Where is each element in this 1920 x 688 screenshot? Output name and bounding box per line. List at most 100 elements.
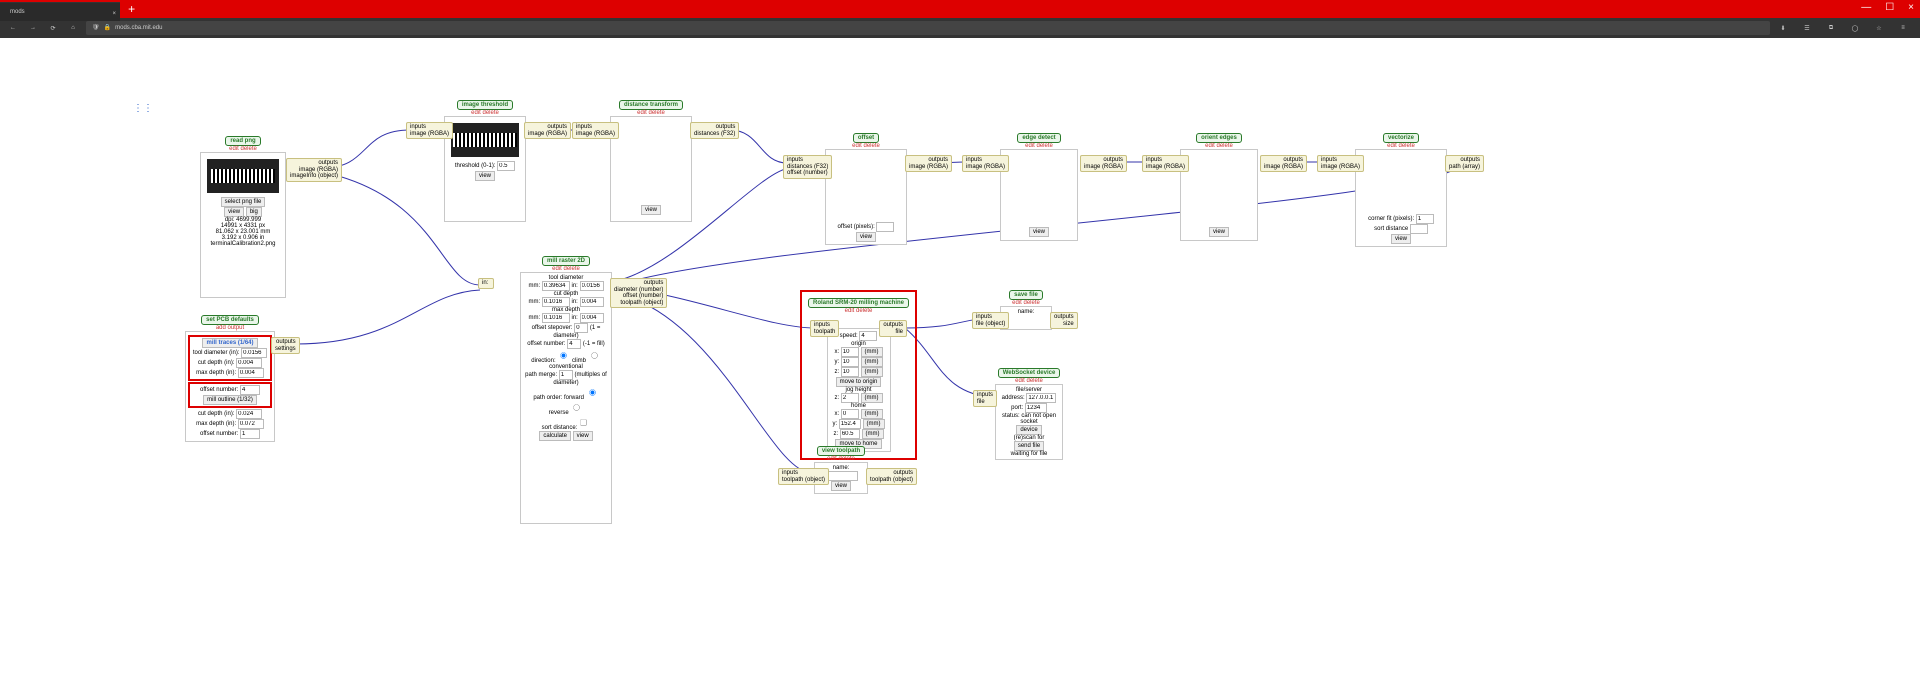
inputs-port[interactable]: inputs image (RGBA): [962, 155, 1009, 172]
td-in-input[interactable]: [580, 281, 604, 291]
units-mm-button[interactable]: (mm): [861, 347, 883, 357]
inputs-port[interactable]: inputs image (RGBA): [1317, 155, 1364, 172]
on-input[interactable]: [567, 339, 581, 349]
mill-traces-button[interactable]: mill traces (1/64): [202, 338, 257, 348]
units-mm-button-6[interactable]: (mm): [863, 419, 885, 429]
nav-reload-icon[interactable]: ⟳: [46, 21, 60, 35]
corner-input[interactable]: [1416, 214, 1434, 224]
units-mm-button-2[interactable]: (mm): [861, 357, 883, 367]
delete-link[interactable]: delete: [1024, 300, 1040, 306]
units-mm-button-4[interactable]: (mm): [861, 393, 883, 403]
delete-link[interactable]: delete: [1217, 143, 1233, 149]
browser-tab[interactable]: mods ×: [0, 2, 120, 21]
units-mm-button-3[interactable]: (mm): [861, 367, 883, 377]
delete-link[interactable]: delete: [483, 110, 499, 116]
extensions-icon[interactable]: ⧉: [1824, 21, 1838, 35]
calculate-button[interactable]: calculate: [539, 431, 571, 441]
cd2-input[interactable]: [236, 409, 262, 419]
inputs-port[interactable]: in:: [478, 278, 494, 289]
td-mm-input[interactable]: [542, 281, 570, 291]
delete-link[interactable]: delete: [839, 456, 855, 462]
module-title-vectorize[interactable]: vectorize: [1383, 133, 1419, 143]
module-title-pcb[interactable]: set PCB defaults: [201, 315, 259, 325]
edit-link[interactable]: edit: [1012, 300, 1022, 306]
window-close-icon[interactable]: ×: [1908, 2, 1914, 13]
outputs-port[interactable]: outputs image (RGBA): [1080, 155, 1127, 172]
send-file-button[interactable]: send file: [1014, 441, 1044, 451]
module-title-roland[interactable]: Roland SRM-20 milling machine: [808, 298, 909, 308]
md-mm-input[interactable]: [542, 313, 570, 323]
md-in-input[interactable]: [580, 313, 604, 323]
inputs-port[interactable]: inputs toolpath: [810, 320, 839, 337]
outputs-port[interactable]: outputs size: [1050, 312, 1078, 329]
module-title-orient[interactable]: orient edges: [1196, 133, 1242, 143]
offset-input[interactable]: [876, 222, 894, 232]
edit-link[interactable]: edit: [852, 143, 862, 149]
view-button[interactable]: view: [831, 481, 851, 491]
yhome-input[interactable]: [839, 419, 861, 429]
view-button[interactable]: view: [1391, 234, 1411, 244]
edit-link[interactable]: edit: [229, 146, 239, 152]
inputs-port[interactable]: inputs image (RGBA): [1142, 155, 1189, 172]
module-title-save[interactable]: save file: [1009, 290, 1043, 300]
delete-link[interactable]: delete: [1399, 143, 1415, 149]
md-input[interactable]: [238, 368, 264, 378]
speed-input[interactable]: [859, 331, 877, 341]
edit-link[interactable]: edit: [471, 110, 481, 116]
delete-link[interactable]: delete: [864, 143, 880, 149]
view-button[interactable]: view: [573, 431, 593, 441]
delete-link[interactable]: delete: [241, 146, 257, 152]
edit-link[interactable]: edit: [1015, 378, 1025, 384]
edit-link[interactable]: edit: [552, 266, 562, 272]
view-button[interactable]: view: [475, 171, 495, 181]
outputs-port[interactable]: outputs file: [879, 320, 907, 337]
module-title-wsd[interactable]: WebSocket device: [998, 368, 1061, 378]
shield-icon[interactable]: 🛡: [92, 21, 100, 35]
cd-input[interactable]: [236, 358, 262, 368]
download-icon[interactable]: ⬇: [1776, 21, 1790, 35]
sd-check[interactable]: [581, 419, 588, 426]
window-min-icon[interactable]: —: [1861, 2, 1871, 13]
inputs-port[interactable]: inputs file: [973, 390, 997, 407]
outputs-port[interactable]: outputs image (RGBA) imageInfo (object): [286, 158, 342, 182]
select-png-button[interactable]: select png file: [221, 197, 266, 207]
outputs-port[interactable]: outputs path (array): [1445, 155, 1484, 172]
name-input[interactable]: [824, 471, 858, 481]
delete-link[interactable]: delete: [1027, 378, 1043, 384]
hamburger-menu-icon[interactable]: ≡: [1896, 21, 1910, 35]
delete-link[interactable]: delete: [1037, 143, 1053, 149]
cd-mm-input[interactable]: [542, 297, 570, 307]
delete-link[interactable]: delete: [649, 110, 665, 116]
module-title-threshold[interactable]: image threshold: [457, 100, 513, 110]
grid-icon[interactable]: ⋮⋮: [133, 103, 153, 114]
conv-radio[interactable]: [591, 352, 598, 359]
x-input[interactable]: [841, 347, 859, 357]
units-mm-button-7[interactable]: (mm): [862, 429, 884, 439]
nav-forward-icon[interactable]: →: [26, 21, 40, 35]
rev-radio[interactable]: [574, 404, 581, 411]
new-tab-button[interactable]: +: [122, 0, 142, 18]
fwd-radio[interactable]: [589, 389, 596, 396]
md2-input[interactable]: [238, 419, 264, 429]
z-input[interactable]: [841, 367, 859, 377]
nav-back-icon[interactable]: ←: [6, 21, 20, 35]
port-input[interactable]: [1025, 403, 1047, 413]
xhome-input[interactable]: [841, 409, 859, 419]
view-button[interactable]: view: [224, 207, 244, 217]
outputs-port[interactable]: outputs settings: [271, 337, 300, 354]
add-output-link[interactable]: add output: [216, 325, 244, 331]
delete-link[interactable]: delete: [564, 266, 580, 272]
edit-link[interactable]: edit: [1205, 143, 1215, 149]
sort-input[interactable]: [1410, 224, 1428, 234]
zjog-input[interactable]: [841, 393, 859, 403]
module-title-distance[interactable]: distance transform: [619, 100, 683, 110]
pm-input[interactable]: [559, 370, 573, 380]
module-title-read-png[interactable]: read png: [225, 136, 260, 146]
inputs-port[interactable]: inputs toolpath (object): [778, 468, 829, 485]
window-max-icon[interactable]: ☐: [1885, 2, 1894, 13]
os-input[interactable]: [574, 323, 588, 333]
outputs-port[interactable]: outputs diameter (number) offset (number…: [610, 278, 667, 308]
library-icon[interactable]: ☰: [1800, 21, 1814, 35]
inputs-port[interactable]: inputs image (RGBA): [572, 122, 619, 139]
bookmark-star-icon[interactable]: ☆: [1872, 21, 1886, 35]
